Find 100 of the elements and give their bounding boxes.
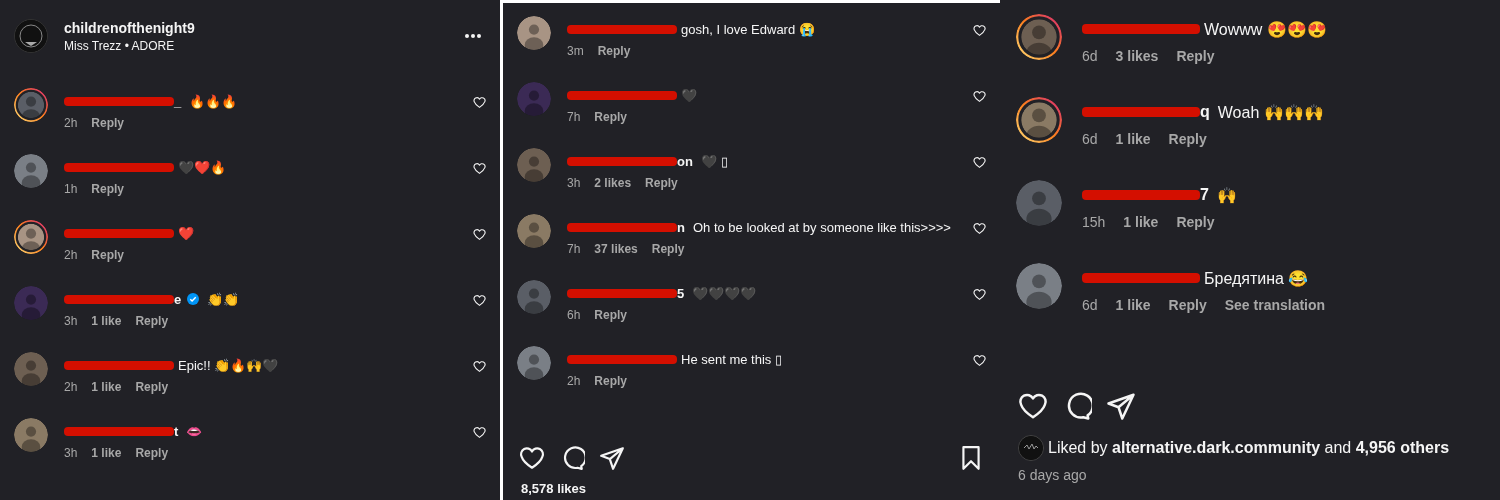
- comment-time: 6h: [567, 308, 581, 322]
- like-count[interactable]: 2 likes: [594, 176, 632, 190]
- username[interactable]: _: [174, 93, 182, 109]
- avatar[interactable]: [14, 418, 48, 452]
- like-count[interactable]: 1 like: [91, 314, 122, 328]
- comment-text: 🖤: [681, 87, 697, 103]
- post-date: 6 days ago: [1017, 466, 1088, 485]
- username[interactable]: 5: [677, 285, 685, 301]
- reply-link[interactable]: Reply: [594, 374, 628, 388]
- comment-time: 6d: [1082, 48, 1098, 64]
- comment-time: 7h: [567, 242, 581, 256]
- username[interactable]: n: [677, 219, 685, 235]
- comment-text: 👏👏: [207, 291, 240, 307]
- more-options-icon[interactable]: [464, 33, 482, 39]
- liker-avatar[interactable]: [1018, 435, 1044, 461]
- comment-time: 2h: [567, 374, 581, 388]
- account-name[interactable]: childrenofthenight9: [64, 19, 464, 36]
- username[interactable]: 7: [1200, 186, 1209, 204]
- comment-time: 2h: [64, 248, 78, 262]
- comment-text: 🖤❤🔥: [178, 159, 226, 175]
- comment-time: 6d: [1082, 297, 1098, 313]
- like-count[interactable]: 3 likes: [1115, 48, 1159, 64]
- post-subtitle: Miss Trezz • ADORE: [64, 38, 176, 53]
- like-count[interactable]: 1 like: [1115, 297, 1151, 313]
- share-icon[interactable]: [599, 445, 625, 471]
- like-icon[interactable]: [973, 354, 986, 367]
- like-count[interactable]: 1 like: [1115, 131, 1151, 147]
- comment-time: 6d: [1082, 131, 1098, 147]
- username[interactable]: t: [174, 423, 179, 439]
- avatar[interactable]: [14, 220, 48, 254]
- avatar[interactable]: [517, 16, 551, 50]
- reply-link[interactable]: Reply: [135, 446, 169, 460]
- like-icon[interactable]: [519, 445, 545, 471]
- comment-time: 3m: [567, 44, 584, 58]
- comment-text: 🖤 ▯: [700, 153, 728, 169]
- reply-link[interactable]: Reply: [135, 314, 169, 328]
- share-icon[interactable]: [1106, 391, 1136, 421]
- reply-link[interactable]: Reply: [1168, 297, 1207, 313]
- reply-link[interactable]: Reply: [594, 308, 628, 322]
- like-count[interactable]: 1 like: [91, 446, 122, 460]
- reply-link[interactable]: Reply: [1168, 131, 1207, 147]
- avatar[interactable]: [1016, 263, 1062, 309]
- liked-by-text: Liked by alternative.dark.community and 4,956 others: [1048, 439, 1450, 457]
- avatar[interactable]: [1016, 97, 1062, 143]
- comment-time: 2h: [64, 116, 78, 130]
- like-icon[interactable]: [473, 228, 486, 241]
- like-count[interactable]: 1 like: [91, 380, 122, 394]
- like-icon[interactable]: [973, 222, 986, 235]
- like-count[interactable]: 37 likes: [594, 242, 638, 256]
- avatar[interactable]: [517, 346, 551, 380]
- reply-link[interactable]: Reply: [135, 380, 169, 394]
- comment-text: Wowww 😍😍😍: [1204, 19, 1327, 39]
- comment-text: Epic!! 👏🔥🙌🖤: [178, 357, 279, 373]
- comment-text: 🖤🖤🖤🖤: [692, 285, 757, 301]
- translation-link[interactable]: See translation: [1224, 297, 1326, 313]
- reply-link[interactable]: Reply: [594, 110, 628, 124]
- comment-time: 3h: [567, 176, 581, 190]
- reply-link[interactable]: Reply: [1176, 48, 1215, 64]
- reply-link[interactable]: Reply: [91, 248, 125, 262]
- like-icon[interactable]: [473, 426, 486, 439]
- like-icon[interactable]: [473, 162, 486, 175]
- avatar[interactable]: [14, 88, 48, 122]
- comment-text: 🙌: [1216, 185, 1237, 205]
- reply-link[interactable]: Reply: [645, 176, 678, 190]
- like-icon[interactable]: [973, 288, 986, 301]
- like-icon[interactable]: [1018, 391, 1048, 421]
- username[interactable]: on: [677, 153, 693, 169]
- username[interactable]: e: [174, 291, 182, 307]
- reply-link[interactable]: Reply: [597, 44, 631, 58]
- like-icon[interactable]: [973, 156, 986, 169]
- likes-count[interactable]: 8,578 likes: [503, 471, 1000, 500]
- comment-text: Бредятина 😂: [1204, 268, 1309, 288]
- comment-text: Woah 🙌🙌🙌: [1217, 102, 1324, 122]
- like-count[interactable]: 1 like: [1123, 214, 1159, 230]
- comment-time: 1h: [64, 182, 78, 196]
- avatar[interactable]: [1016, 14, 1062, 60]
- avatar[interactable]: [14, 154, 48, 188]
- comment-text: Oh to be looked at by someone like this>>>>: [692, 219, 951, 235]
- comment-time: 15h: [1082, 214, 1106, 230]
- comment-time: 7h: [567, 110, 581, 124]
- comment-time: 2h: [64, 380, 78, 394]
- comment-text: 🔥🔥🔥: [189, 93, 238, 109]
- comment-text: ❤: [178, 225, 194, 241]
- comment-time: 3h: [64, 314, 78, 328]
- like-icon[interactable]: [973, 24, 986, 37]
- comment-text: gosh, I love Edward 😭: [681, 21, 815, 37]
- reply-link[interactable]: Reply: [1176, 214, 1215, 230]
- comment-text: 👄: [186, 423, 203, 439]
- like-icon[interactable]: [473, 96, 486, 109]
- avatar[interactable]: [517, 214, 551, 248]
- account-avatar[interactable]: [14, 19, 48, 53]
- reply-link[interactable]: Reply: [91, 116, 125, 130]
- comment-time: 3h: [64, 446, 78, 460]
- like-icon[interactable]: [473, 360, 486, 373]
- like-icon[interactable]: [473, 294, 486, 307]
- reply-link[interactable]: Reply: [651, 242, 685, 256]
- username[interactable]: q: [1200, 103, 1210, 121]
- comment-text: He sent me this ▯: [681, 351, 782, 367]
- reply-link[interactable]: Reply: [91, 182, 125, 196]
- like-icon[interactable]: [973, 90, 986, 103]
